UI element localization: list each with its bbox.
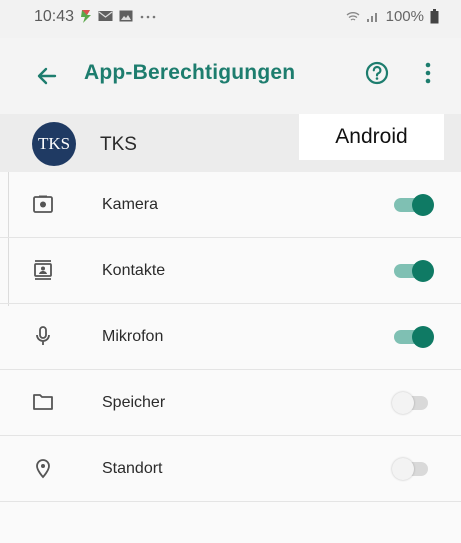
permission-toggle-standort[interactable] bbox=[392, 458, 434, 480]
permission-toggle-mikrofon[interactable] bbox=[392, 326, 434, 348]
status-system-icons: 100% bbox=[346, 8, 439, 25]
permission-row-mikrofon[interactable]: Mikrofon bbox=[0, 304, 461, 370]
permission-row-kamera[interactable]: Kamera bbox=[0, 172, 461, 238]
camera-icon bbox=[33, 195, 53, 213]
contacts-icon bbox=[34, 260, 52, 280]
permission-row-standort[interactable]: Standort bbox=[0, 436, 461, 502]
battery-icon bbox=[430, 9, 439, 24]
permission-list: Kamera Kontakte Mikrofon Speicher Stando… bbox=[0, 172, 461, 502]
permission-label: Standort bbox=[102, 460, 163, 477]
status-time: 10:43 bbox=[34, 8, 75, 25]
android-label: Android bbox=[299, 114, 444, 160]
permission-toggle-kamera[interactable] bbox=[392, 194, 434, 216]
permission-toggle-kontakte[interactable] bbox=[392, 260, 434, 282]
mail-icon bbox=[98, 11, 113, 21]
microphone-icon bbox=[36, 326, 50, 345]
permission-label: Kamera bbox=[102, 196, 159, 213]
wifi-icon bbox=[346, 12, 360, 21]
app-name: TKS bbox=[100, 134, 137, 155]
permission-toggle-speicher[interactable] bbox=[392, 392, 434, 414]
signal-icon bbox=[366, 13, 377, 22]
more-vert-icon[interactable] bbox=[420, 59, 436, 87]
gallery-icon bbox=[119, 10, 133, 22]
flash-notification-icon bbox=[81, 10, 91, 23]
permission-row-kontakte[interactable]: Kontakte bbox=[0, 238, 461, 304]
permission-label: Speicher bbox=[102, 394, 166, 411]
folder-icon bbox=[33, 394, 53, 410]
page-title: App-Berechtigungen bbox=[84, 61, 296, 84]
arrow-left-icon[interactable] bbox=[33, 62, 61, 90]
app-logo: TKS bbox=[32, 122, 76, 166]
permission-row-speicher[interactable]: Speicher bbox=[0, 370, 461, 436]
permission-label: Kontakte bbox=[102, 262, 166, 279]
permission-label: Mikrofon bbox=[102, 328, 164, 345]
help-circle-icon[interactable] bbox=[363, 59, 391, 87]
app-bar: App-Berechtigungen bbox=[0, 38, 461, 114]
status-notification-icons bbox=[80, 9, 157, 23]
status-bar: 10:43 100% bbox=[0, 0, 461, 38]
more-dots-icon bbox=[140, 15, 156, 19]
location-icon bbox=[36, 459, 50, 479]
app-info-header: TKS TKS Android bbox=[0, 114, 461, 172]
battery-level: 100% bbox=[385, 8, 424, 25]
